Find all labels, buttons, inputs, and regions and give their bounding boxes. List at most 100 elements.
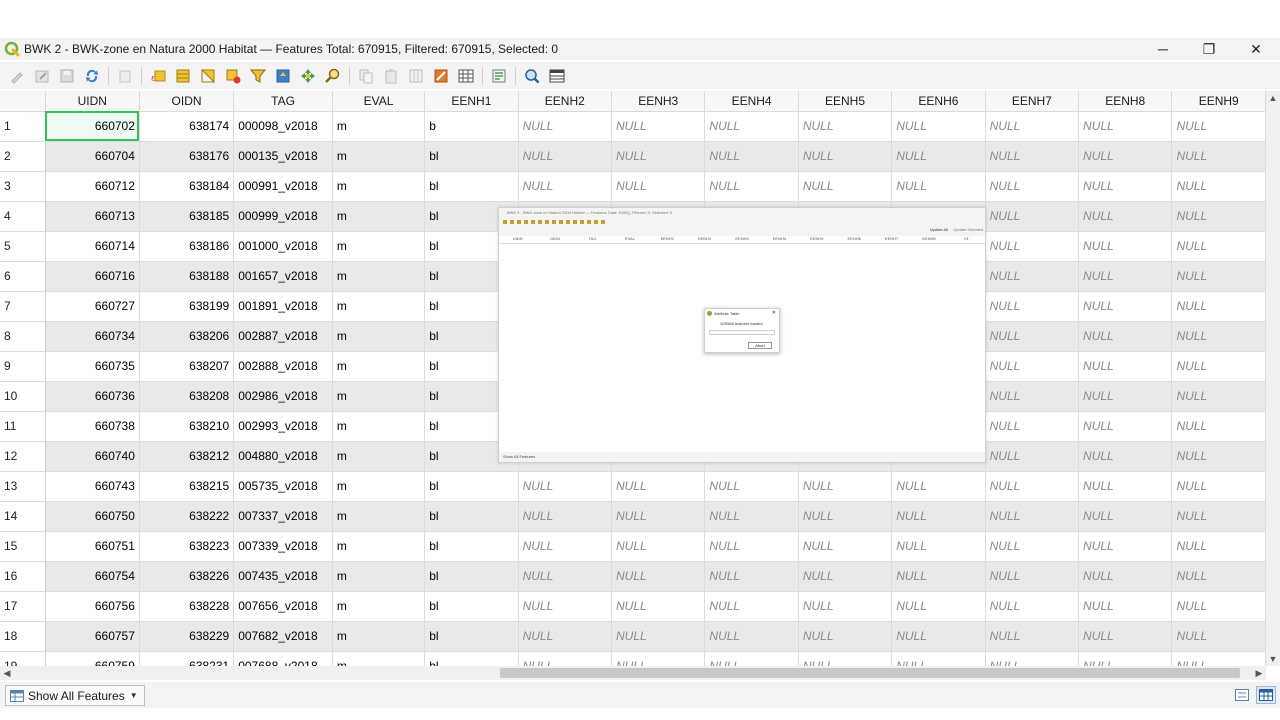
column-header[interactable]: EENH8 (1078, 91, 1173, 112)
copy-selected-rows-icon[interactable] (357, 67, 375, 85)
cell-null[interactable]: NULL (891, 651, 986, 666)
cell-null[interactable]: NULL (798, 471, 893, 502)
row-header[interactable]: 5 (0, 231, 46, 262)
cell-null[interactable]: NULL (985, 591, 1080, 622)
cell-tag[interactable]: 007688_v2018 (233, 651, 333, 666)
cell-eenh1[interactable]: b (424, 111, 519, 142)
cell-oidn[interactable]: 638207 (139, 351, 235, 382)
cell-null[interactable]: NULL (891, 501, 986, 532)
cell-null[interactable]: NULL (985, 351, 1080, 382)
cell-oidn[interactable]: 638184 (139, 171, 235, 202)
cell-oidn[interactable]: 638174 (139, 111, 235, 142)
cell-null[interactable]: NULL (985, 261, 1080, 292)
cell-null[interactable]: NULL (891, 111, 986, 142)
cell-null[interactable]: NULL (704, 591, 799, 622)
cell-null[interactable]: NULL (891, 591, 986, 622)
cell-uidn[interactable]: 660759 (45, 651, 140, 666)
cell-tag[interactable]: 001000_v2018 (233, 231, 333, 262)
cell-tag[interactable]: 007435_v2018 (233, 561, 333, 592)
cell-null[interactable]: NULL (518, 561, 613, 592)
cell-null[interactable]: NULL (611, 171, 706, 202)
cell-oidn[interactable]: 638186 (139, 231, 235, 262)
table-view-button[interactable] (1256, 686, 1276, 704)
cell-eval[interactable]: m (332, 531, 426, 562)
column-header[interactable]: EENH1 (424, 91, 519, 112)
cell-null[interactable]: NULL (1171, 591, 1266, 622)
cell-null[interactable]: NULL (985, 651, 1080, 666)
cell-null[interactable]: NULL (611, 471, 706, 502)
row-header[interactable]: 12 (0, 441, 46, 472)
cell-null[interactable]: NULL (1171, 471, 1266, 502)
row-header[interactable]: 2 (0, 141, 46, 172)
cell-null[interactable]: NULL (985, 561, 1080, 592)
cell-null[interactable]: NULL (798, 141, 893, 172)
column-header[interactable]: EENH2 (518, 91, 613, 112)
column-header[interactable]: EVAL (332, 91, 426, 112)
move-selection-to-top-icon[interactable] (274, 67, 292, 85)
table-row[interactable]: 3 660712 638184 000991_v2018 m bl NULL NULL NULL… (0, 171, 1266, 202)
cell-null[interactable]: NULL (1078, 231, 1173, 262)
cell-null[interactable]: NULL (1171, 111, 1266, 142)
deselect-all-icon[interactable] (224, 67, 242, 85)
column-header[interactable]: EENH9 (1171, 91, 1266, 112)
cell-null[interactable]: NULL (798, 561, 893, 592)
cell-null[interactable]: NULL (985, 381, 1080, 412)
column-header[interactable]: EENH4 (704, 91, 799, 112)
cell-eenh1[interactable]: bl (424, 651, 519, 666)
cell-uidn[interactable]: 660740 (45, 441, 140, 472)
cell-null[interactable]: NULL (1078, 441, 1173, 472)
cell-null[interactable]: NULL (1078, 321, 1173, 352)
cell-oidn[interactable]: 638229 (139, 621, 235, 652)
cell-null[interactable]: NULL (704, 561, 799, 592)
cell-null[interactable]: NULL (1078, 261, 1173, 292)
cell-null[interactable]: NULL (1078, 471, 1173, 502)
cell-tag[interactable]: 001657_v2018 (233, 261, 333, 292)
dock-table-icon[interactable] (523, 67, 541, 85)
invert-selection-icon[interactable] (199, 67, 217, 85)
column-header[interactable]: EENH3 (611, 91, 706, 112)
select-all-icon[interactable] (174, 67, 192, 85)
cell-uidn[interactable]: 660704 (45, 141, 140, 172)
cell-oidn[interactable]: 638208 (139, 381, 235, 412)
cell-uidn[interactable]: 660750 (45, 501, 140, 532)
cell-tag[interactable]: 000135_v2018 (233, 141, 333, 172)
table-row[interactable]: 15 660751 638223 007339_v2018 m bl NULL NULL NUL… (0, 531, 1266, 562)
form-view-button[interactable] (1232, 686, 1252, 704)
cell-eval[interactable]: m (332, 411, 426, 442)
column-header[interactable]: EENH7 (985, 91, 1080, 112)
cell-tag[interactable]: 007339_v2018 (233, 531, 333, 562)
cell-oidn[interactable]: 638185 (139, 201, 235, 232)
cell-oidn[interactable]: 638226 (139, 561, 235, 592)
cell-null[interactable]: NULL (1078, 141, 1173, 172)
reload-table-icon[interactable] (83, 67, 101, 85)
cell-tag[interactable]: 000999_v2018 (233, 201, 333, 232)
cell-tag[interactable]: 007337_v2018 (233, 501, 333, 532)
cell-null[interactable]: NULL (1078, 411, 1173, 442)
table-row[interactable]: 19 660759 638231 007688_v2018 m bl NULL NULL NUL… (0, 651, 1266, 666)
cell-uidn[interactable]: 660754 (45, 561, 140, 592)
cell-tag[interactable]: 002888_v2018 (233, 351, 333, 382)
cell-oidn[interactable]: 638223 (139, 531, 235, 562)
cell-null[interactable]: NULL (891, 561, 986, 592)
table-row[interactable]: 17 660756 638228 007656_v2018 m bl NULL NULL NUL… (0, 591, 1266, 622)
cell-eval[interactable]: m (332, 141, 426, 172)
cell-null[interactable]: NULL (611, 651, 706, 666)
cell-uidn[interactable]: 660738 (45, 411, 140, 442)
save-edits-icon[interactable] (58, 67, 76, 85)
cell-uidn[interactable]: 660734 (45, 321, 140, 352)
toggle-editing-icon[interactable] (8, 67, 26, 85)
cell-null[interactable]: NULL (1078, 621, 1173, 652)
cell-eval[interactable]: m (332, 321, 426, 352)
cell-null[interactable]: NULL (798, 591, 893, 622)
row-header[interactable]: 19 (0, 651, 46, 666)
cell-uidn[interactable]: 660716 (45, 261, 140, 292)
row-header[interactable]: 14 (0, 501, 46, 532)
cell-null[interactable]: NULL (985, 171, 1080, 202)
cell-eval[interactable]: m (332, 351, 426, 382)
cell-null[interactable]: NULL (985, 531, 1080, 562)
scroll-down-arrow-icon[interactable]: ▼ (1266, 652, 1280, 666)
cell-uidn[interactable]: 660757 (45, 621, 140, 652)
cell-null[interactable]: NULL (1078, 591, 1173, 622)
vertical-scrollbar[interactable]: ▲ ▼ (1266, 91, 1280, 666)
cell-eenh1[interactable]: bl (424, 501, 519, 532)
